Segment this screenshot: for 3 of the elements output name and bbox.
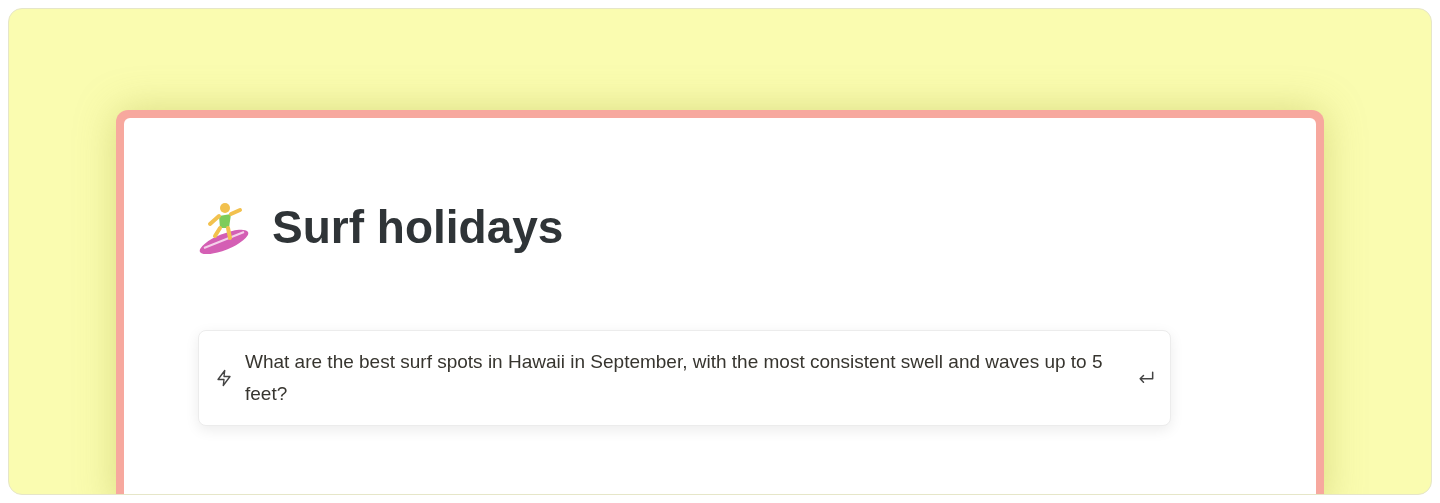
prompt-field[interactable]: What are the best surf spots in Hawaii in September, with the most consistent swell and waves up to 5 feet? <box>198 330 1171 426</box>
lightning-icon <box>215 369 233 387</box>
prompt-text: What are the best surf spots in Hawaii in September, with the most consistent swell and waves up to 5 feet? <box>245 350 1104 406</box>
